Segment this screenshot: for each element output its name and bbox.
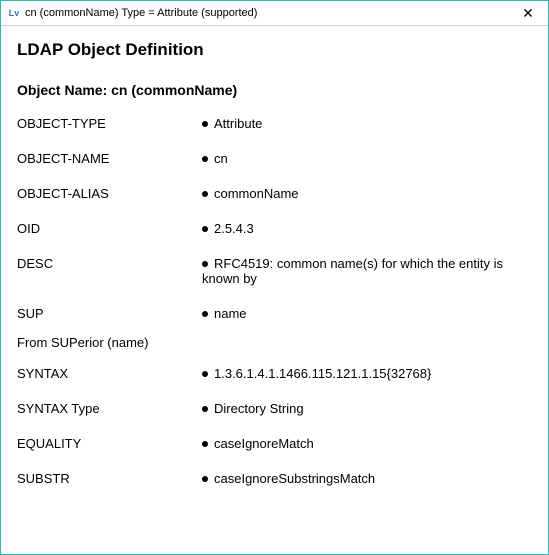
row-value: caseIgnoreSubstringsMatch bbox=[202, 471, 532, 486]
bullet-icon bbox=[202, 261, 208, 267]
row-value: name bbox=[202, 306, 532, 321]
row-value-text: 2.5.4.3 bbox=[214, 221, 254, 236]
close-button[interactable]: ✕ bbox=[508, 1, 548, 25]
row-label: DESC bbox=[17, 256, 202, 271]
row-label: SYNTAX bbox=[17, 366, 202, 381]
window-title: cn (commonName) Type = Attribute (suppor… bbox=[25, 7, 508, 19]
row-value: cn bbox=[202, 151, 532, 166]
row-value-text: RFC4519: common name(s) for which the en… bbox=[202, 256, 503, 286]
row-value-text: name bbox=[214, 306, 247, 321]
row-label: SUP bbox=[17, 306, 202, 321]
row-value: caseIgnoreMatch bbox=[202, 436, 532, 451]
bullet-icon bbox=[202, 156, 208, 162]
row-label: OID bbox=[17, 221, 202, 236]
definition-row: OBJECT-NAME cn bbox=[17, 151, 532, 166]
row-label: OBJECT-TYPE bbox=[17, 116, 202, 131]
row-value: Directory String bbox=[202, 401, 532, 416]
bullet-icon bbox=[202, 311, 208, 317]
row-value-text: commonName bbox=[214, 186, 299, 201]
row-value: RFC4519: common name(s) for which the en… bbox=[202, 256, 532, 286]
bullet-icon bbox=[202, 191, 208, 197]
row-label: EQUALITY bbox=[17, 436, 202, 451]
row-value: commonName bbox=[202, 186, 532, 201]
bullet-icon bbox=[202, 441, 208, 447]
bullet-icon bbox=[202, 406, 208, 412]
definition-row: SYNTAX Type Directory String bbox=[17, 401, 532, 416]
row-label: OBJECT-NAME bbox=[17, 151, 202, 166]
superior-note: From SUPerior (name) bbox=[17, 335, 532, 350]
definition-row: DESC RFC4519: common name(s) for which t… bbox=[17, 256, 532, 286]
bullet-icon bbox=[202, 476, 208, 482]
row-value-text: Directory String bbox=[214, 401, 304, 416]
app-icon: Lv bbox=[7, 6, 21, 20]
row-value-text: cn bbox=[214, 151, 228, 166]
definition-row: OBJECT-ALIAS commonName bbox=[17, 186, 532, 201]
row-label: SYNTAX Type bbox=[17, 401, 202, 416]
definition-row: SUP name bbox=[17, 306, 532, 321]
titlebar: Lv cn (commonName) Type = Attribute (sup… bbox=[1, 1, 548, 26]
row-value-text: 1.3.6.1.4.1.1466.115.121.1.15{32768} bbox=[214, 366, 431, 381]
bullet-icon bbox=[202, 371, 208, 377]
row-value: 1.3.6.1.4.1.1466.115.121.1.15{32768} bbox=[202, 366, 532, 381]
page-title: LDAP Object Definition bbox=[17, 40, 532, 60]
content-area: LDAP Object Definition Object Name: cn (… bbox=[1, 26, 548, 520]
definition-row: SYNTAX 1.3.6.1.4.1.1466.115.121.1.15{327… bbox=[17, 366, 532, 381]
row-value-text: caseIgnoreMatch bbox=[214, 436, 314, 451]
object-name-title: Object Name: cn (commonName) bbox=[17, 82, 532, 98]
row-value-text: caseIgnoreSubstringsMatch bbox=[214, 471, 375, 486]
definition-row: OBJECT-TYPE Attribute bbox=[17, 116, 532, 131]
definition-row: SUBSTR caseIgnoreSubstringsMatch bbox=[17, 471, 532, 486]
bullet-icon bbox=[202, 121, 208, 127]
row-label: SUBSTR bbox=[17, 471, 202, 486]
definition-row: OID 2.5.4.3 bbox=[17, 221, 532, 236]
definition-row: EQUALITY caseIgnoreMatch bbox=[17, 436, 532, 451]
row-label: OBJECT-ALIAS bbox=[17, 186, 202, 201]
bullet-icon bbox=[202, 226, 208, 232]
row-value-text: Attribute bbox=[214, 116, 262, 131]
row-value: Attribute bbox=[202, 116, 532, 131]
row-value: 2.5.4.3 bbox=[202, 221, 532, 236]
